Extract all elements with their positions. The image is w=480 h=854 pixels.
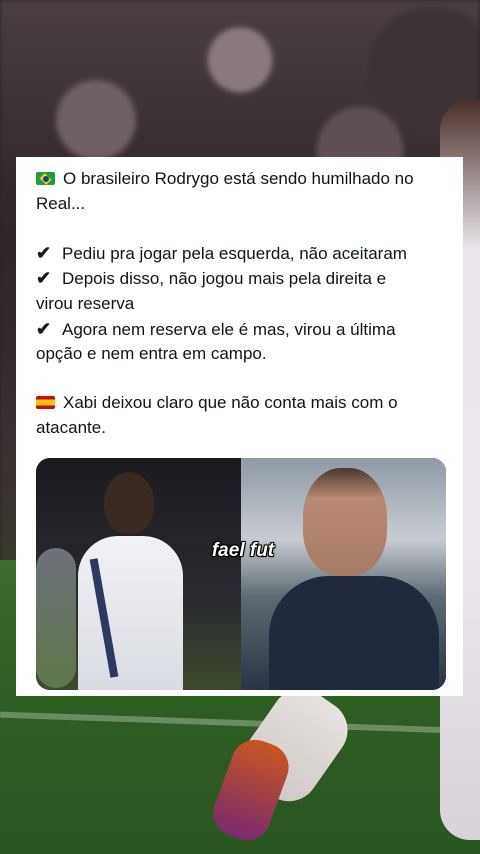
checkmark-icon: ✔ bbox=[36, 318, 52, 339]
background-person bbox=[36, 548, 76, 688]
coach-head bbox=[303, 468, 387, 576]
post-line-check-2: ✔ Depois disso, não jogou mais pela direi… bbox=[36, 266, 446, 292]
coach-shirt bbox=[269, 576, 439, 690]
player-photo bbox=[36, 458, 241, 690]
post-line-check-3-cont: opção e nem entra em campo. bbox=[36, 344, 267, 364]
post-line-intro-cont: Real... bbox=[36, 193, 86, 213]
player-head bbox=[104, 472, 154, 534]
post-line-check-1: ✔ Pediu pra jogar pela esquerda, não acei… bbox=[36, 241, 446, 267]
post-image[interactable]: fael fut bbox=[36, 458, 446, 690]
post-card: O brasileiro Rodrygo está sendo humilhad… bbox=[16, 157, 463, 696]
post-text: O brasileiro Rodrygo está sendo humilhad… bbox=[36, 167, 446, 441]
brazil-flag-icon bbox=[36, 172, 55, 185]
post-line-intro: O brasileiro Rodrygo está sendo humilhad… bbox=[36, 167, 446, 192]
post-line-check-2-cont: virou reserva bbox=[36, 293, 135, 313]
watermark-text: fael fut bbox=[211, 540, 275, 561]
coach-photo bbox=[241, 458, 446, 690]
post-line-spain: Xabi deixou claro que não conta mais com… bbox=[36, 391, 446, 416]
checkmark-icon: ✔ bbox=[36, 242, 52, 263]
checkmark-icon: ✔ bbox=[36, 268, 52, 289]
post-line-spain-cont: atacante. bbox=[36, 417, 106, 437]
spain-flag-icon bbox=[36, 396, 55, 410]
post-line-check-3: ✔ Agora nem reserva ele é mas, virou a úl… bbox=[36, 317, 446, 343]
